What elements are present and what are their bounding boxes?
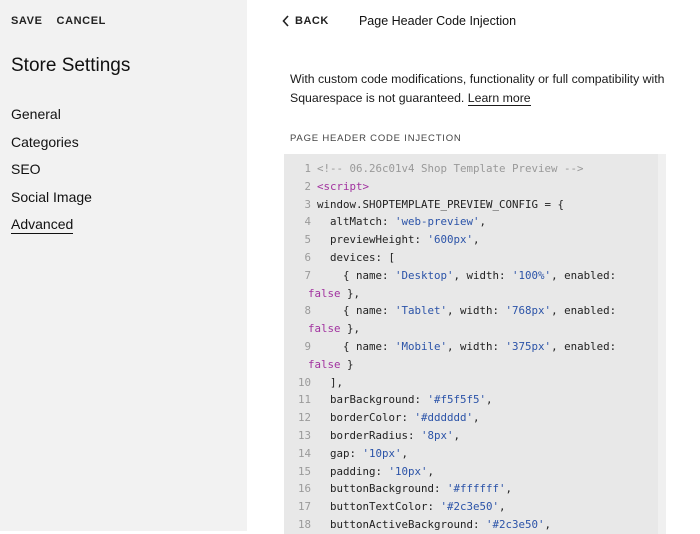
cancel-button[interactable]: CANCEL (57, 15, 106, 27)
code-line: 5 previewHeight: '600px', (284, 231, 656, 249)
learn-more-link[interactable]: Learn more (467, 91, 531, 106)
line-number: 8 (304, 304, 311, 318)
code-line: 18 buttonActiveBackground: '#2c3e50', (284, 516, 656, 534)
code-editor[interactable]: 1 <!-- 06.26c01v4 Shop Template Preview -… (284, 154, 666, 534)
panel-title-text: Page Header Code Injection (358, 14, 517, 28)
line-number: 15 (297, 464, 311, 478)
line-number: 7 (304, 268, 311, 282)
code-line: 15 padding: '10px', (284, 463, 656, 481)
code-line: 14 gap: '10px', (284, 445, 656, 463)
code-line: 7 { name: 'Desktop', width: '100%', enab… (284, 267, 656, 285)
nav-item-label: Advanced (11, 216, 74, 234)
code-line: 8 { name: 'Tablet', width: '768px', enab… (284, 302, 656, 320)
code-line: false } (308, 357, 354, 371)
code-line: 11 barBackground: '#f5f5f5', (284, 391, 656, 409)
line-number: 9 (304, 340, 311, 353)
line-number: 5 (304, 233, 311, 247)
editor-scrollbar[interactable] (658, 154, 666, 534)
nav-item-categories[interactable]: Categories (11, 132, 92, 160)
nav-item-label: Social Image (11, 188, 92, 205)
line-number: 18 (297, 518, 311, 531)
code-line: 3 window.SHOPTEMPLATE_PREVIEW_CONFIG = { (284, 196, 656, 214)
code-line: 16 buttonBackground: '#ffffff', (284, 480, 656, 498)
code-line: 17 buttonTextColor: '#2c3e50', (284, 498, 656, 516)
code-injection-panel: BACK Page Header Code Injection With cus… (247, 0, 700, 534)
line-number: 17 (297, 500, 311, 514)
code-line: false }, (308, 322, 361, 336)
line-number: 1 (304, 162, 311, 175)
line-number: 13 (297, 429, 311, 442)
compatibility-warning: With custom code modifications, function… (290, 70, 675, 108)
nav-item-social-image[interactable]: Social Image (11, 187, 92, 215)
code-line: false }, (308, 286, 361, 300)
code-line: 1 <!-- 06.26c01v4 Shop Template Preview -… (284, 160, 656, 178)
panel-title: Page Header Code Injection (247, 14, 700, 28)
line-number: 3 (304, 197, 311, 211)
code-line: 10 ], (284, 374, 656, 392)
nav-item-advanced[interactable]: Advanced (11, 214, 92, 242)
code-line: 13 borderRadius: '8px', (284, 427, 656, 445)
line-number: 4 (304, 215, 311, 229)
line-number: 11 (297, 393, 311, 407)
nav-item-label: Categories (11, 133, 79, 150)
code-line: 12 borderColor: '#dddddd', (284, 409, 656, 427)
settings-nav: General Categories SEO Social Image Adva… (11, 104, 92, 242)
line-number: 12 (297, 411, 311, 425)
line-number: 16 (297, 482, 311, 496)
line-number: 14 (297, 446, 311, 460)
nav-item-label: SEO (11, 161, 41, 177)
code-line: 9 { name: 'Mobile', width: '375px', enab… (284, 338, 656, 356)
nav-item-general[interactable]: General (11, 104, 92, 132)
code-line: 2 <script> (284, 178, 656, 196)
line-number: 10 (297, 375, 311, 389)
line-number: 6 (304, 251, 311, 264)
page-title: Store Settings (11, 55, 131, 76)
line-number: 2 (304, 179, 311, 193)
code-line: 6 devices: [ (284, 249, 656, 267)
nav-item-seo[interactable]: SEO (11, 159, 92, 187)
section-label: PAGE HEADER CODE INJECTION (290, 133, 462, 144)
nav-item-label: General (11, 106, 61, 122)
sidebar-toolbar: SAVE CANCEL (11, 15, 106, 27)
code-line: 4 altMatch: 'web-preview', (284, 213, 656, 231)
save-button[interactable]: SAVE (11, 15, 43, 27)
settings-sidebar: SAVE CANCEL Store Settings General Categ… (0, 0, 247, 531)
